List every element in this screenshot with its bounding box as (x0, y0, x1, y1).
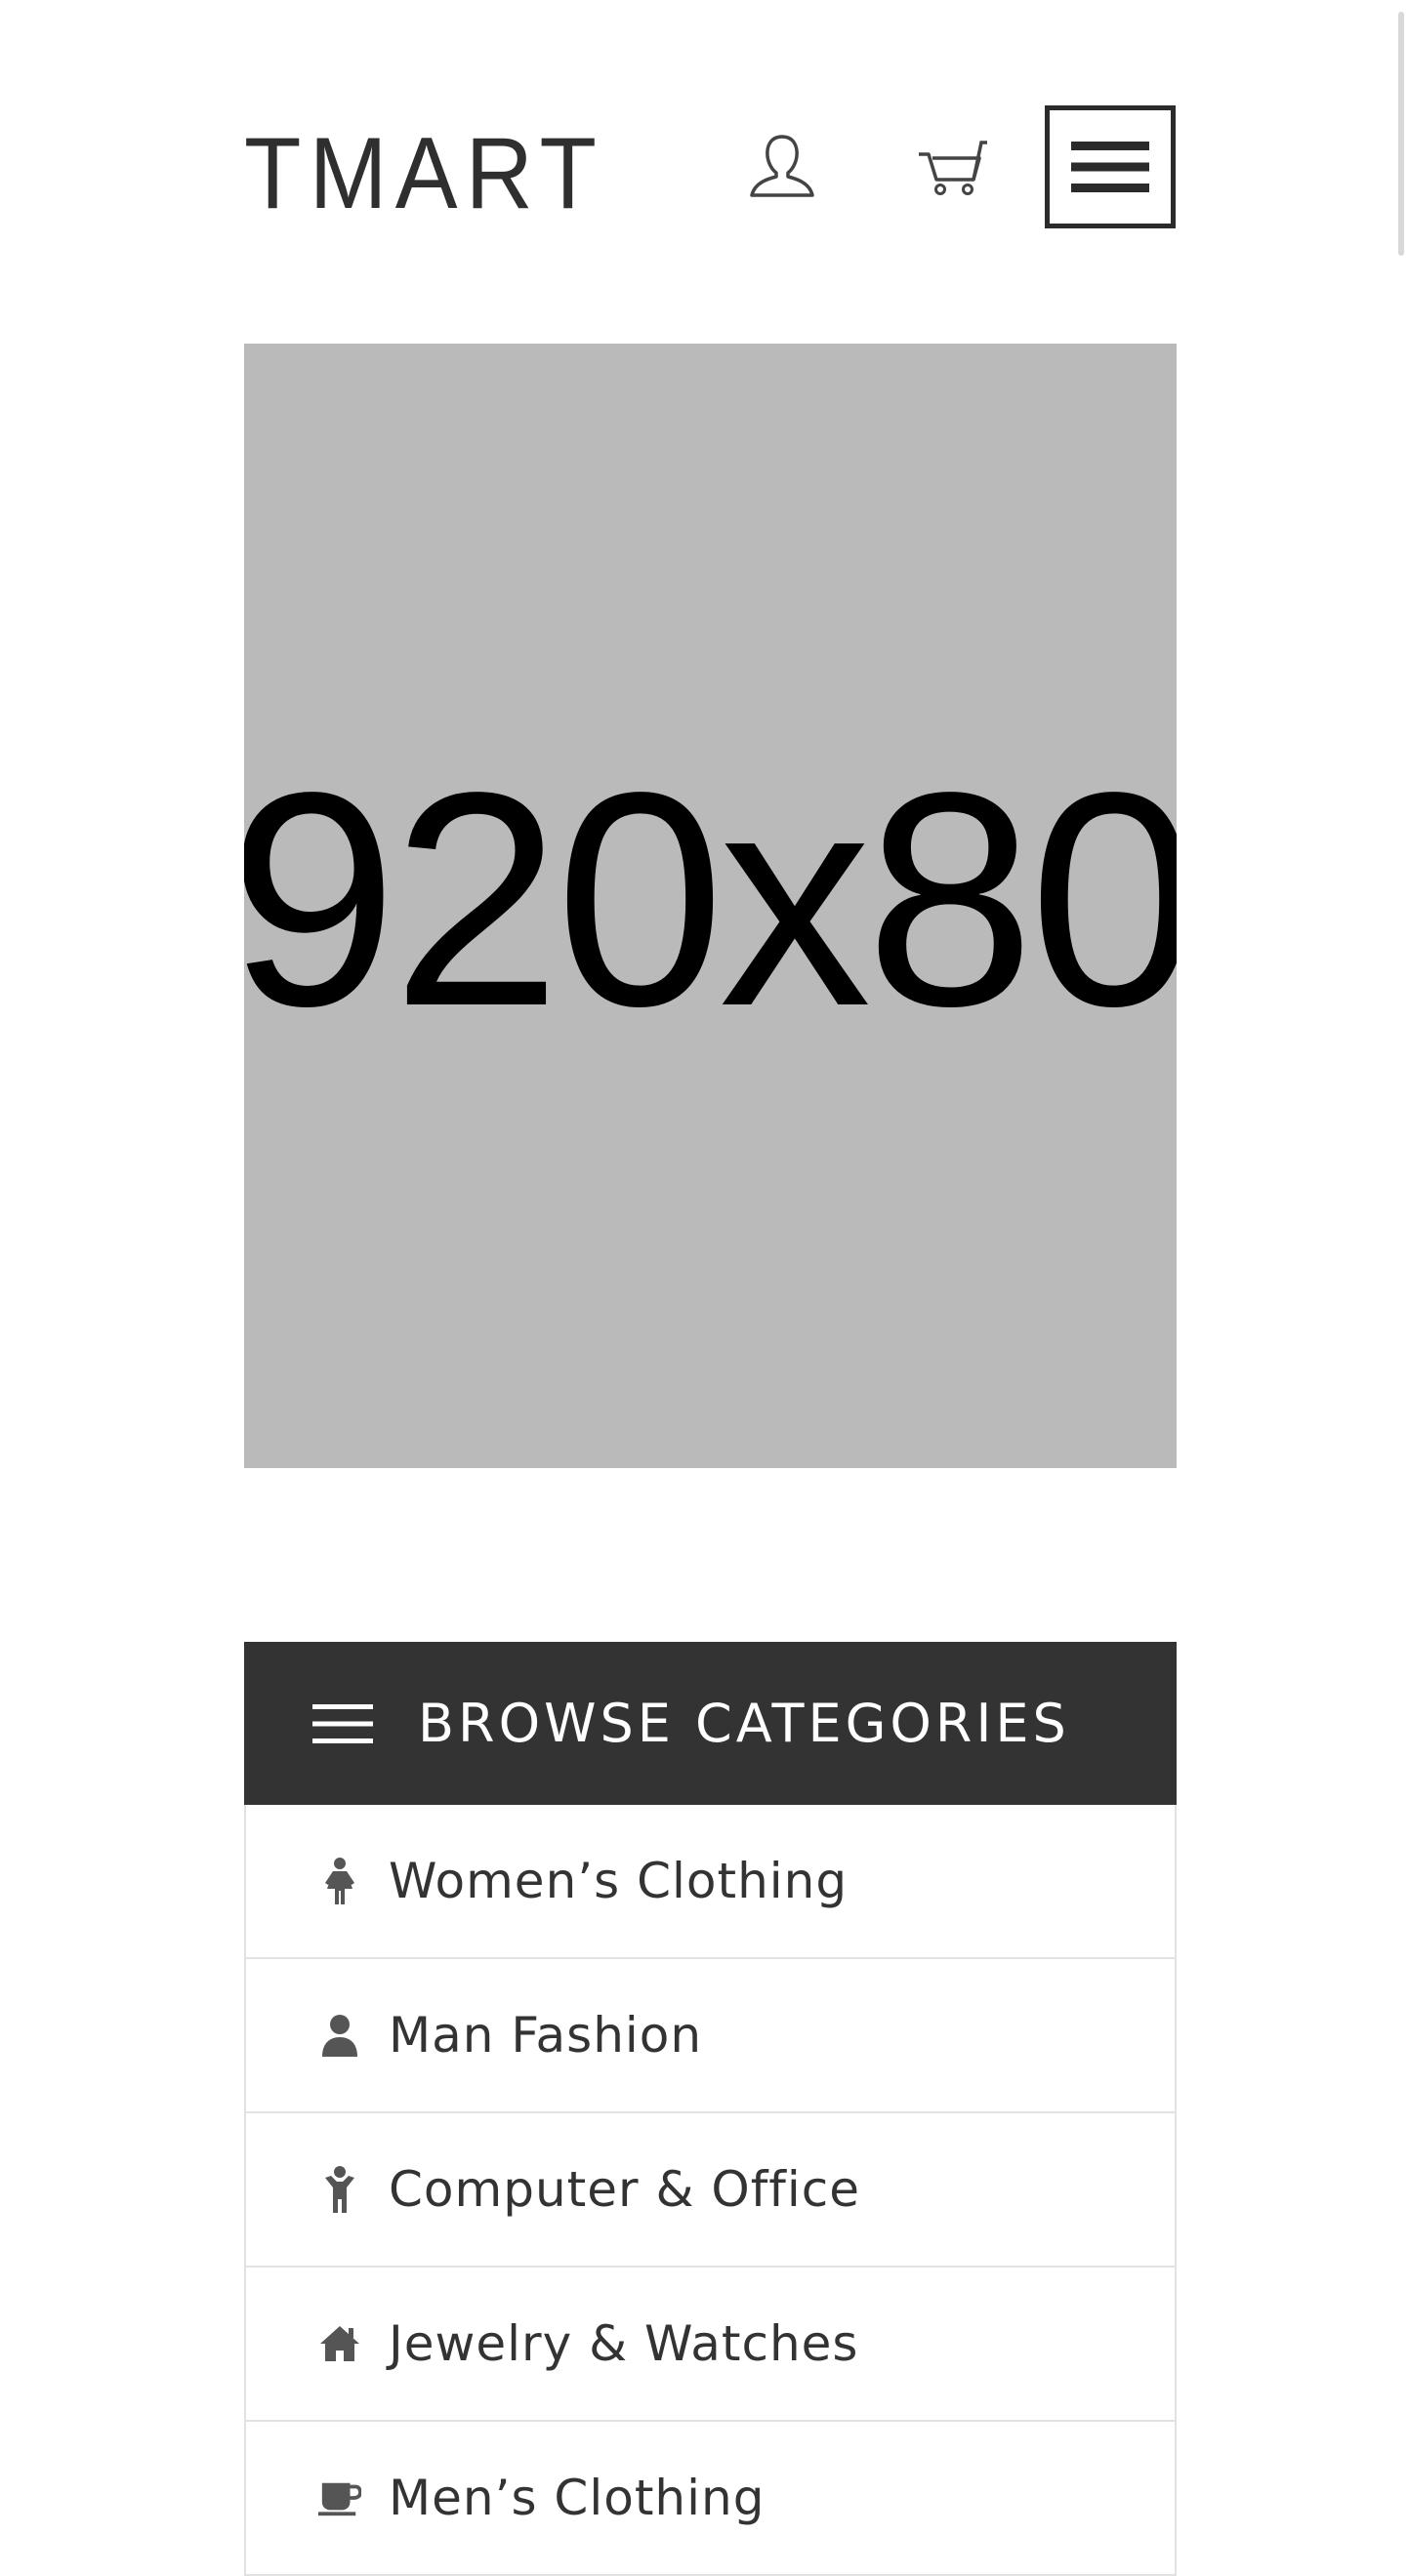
category-label: Men’s Clothing (389, 2470, 766, 2526)
woman-icon (318, 1858, 361, 1904)
home-icon (318, 2320, 361, 2367)
category-item-jewelry-watches[interactable]: Jewelry & Watches (246, 2268, 1175, 2422)
person-icon (318, 2012, 361, 2059)
menu-lines-icon (312, 1703, 373, 1743)
category-label: Jewelry & Watches (389, 2315, 859, 2372)
site-logo[interactable]: TMART (244, 123, 604, 225)
cart-icon[interactable] (915, 137, 987, 197)
browse-categories: BROWSE CATEGORIES Women’s Clothing Man F… (244, 1642, 1177, 2576)
user-icon[interactable] (747, 131, 817, 201)
category-item-computer-office[interactable]: Computer & Office (246, 2113, 1175, 2268)
category-item-man-fashion[interactable]: Man Fashion (246, 1959, 1175, 2113)
category-item-womens-clothing[interactable]: Women’s Clothing (246, 1805, 1175, 1959)
child-icon (318, 2166, 361, 2213)
page-scrollbar[interactable] (1398, 12, 1404, 256)
site-header: TMART (244, 105, 1177, 232)
category-label: Computer & Office (389, 2161, 861, 2218)
hamburger-menu-button[interactable] (1045, 105, 1176, 228)
categories-header[interactable]: BROWSE CATEGORIES (244, 1642, 1177, 1805)
category-label: Women’s Clothing (389, 1853, 849, 1909)
hero-banner-placeholder[interactable]: 1920x800 (244, 344, 1177, 1468)
category-item-mens-clothing[interactable]: Men’s Clothing (246, 2422, 1175, 2576)
hamburger-menu-icon (1071, 142, 1149, 192)
category-list: Women’s Clothing Man Fashion Computer & … (244, 1805, 1177, 2576)
hero-placeholder-text: 1920x800 (244, 730, 1177, 1070)
coffee-cup-icon (318, 2474, 361, 2521)
category-label: Man Fashion (389, 2007, 703, 2064)
categories-title: BROWSE CATEGORIES (418, 1693, 1070, 1754)
